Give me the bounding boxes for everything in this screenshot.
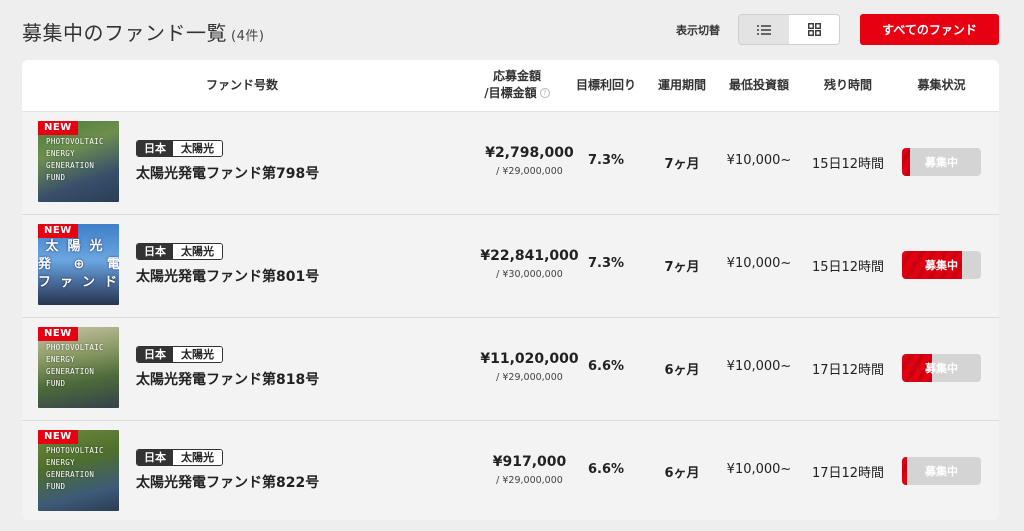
remaining-time: 15日12時間 xyxy=(811,157,885,172)
col-status: 募集状況 xyxy=(917,78,966,92)
status-label: 募集中 xyxy=(925,259,958,272)
fund-count: (4件) xyxy=(231,29,265,44)
min-investment: ¥10,000~ xyxy=(726,153,792,168)
remaining-time: 17日12時間 xyxy=(811,363,885,378)
fund-tags: 日本 太陽光 xyxy=(136,243,223,260)
fund-name[interactable]: 太陽光発電ファンド第798号 xyxy=(136,163,319,183)
type-tag: 太陽光 xyxy=(173,347,222,362)
col-amount-line2: /目標金額 xyxy=(484,86,537,100)
col-fund-name: ファンド号数 xyxy=(205,78,278,92)
col-amount-line1: 応募金額 xyxy=(492,69,541,83)
target-yield: 6.6% xyxy=(587,359,625,374)
new-badge: NEW xyxy=(38,224,78,238)
country-tag: 日本 xyxy=(137,450,173,465)
type-tag: 太陽光 xyxy=(173,450,222,465)
list-view-icon xyxy=(757,24,771,35)
remaining-time: 17日12時間 xyxy=(811,466,885,481)
page-title-text: 募集中のファンド一覧 xyxy=(22,21,227,45)
status-badge: 募集中 xyxy=(902,251,981,279)
fund-row[interactable]: PHOTOVOLTAIC ENERGY GENERATION FUND NEW … xyxy=(22,421,999,520)
fund-row[interactable]: 太陽光 発 ⊕ 電 ファンド NEW 日本 太陽光 太陽光発電ファンド第801号… xyxy=(22,215,999,318)
country-tag: 日本 xyxy=(137,141,173,156)
new-badge: NEW xyxy=(38,327,78,341)
all-funds-button[interactable]: すべてのファンド xyxy=(860,14,999,45)
operation-period: 7ヶ月 xyxy=(664,260,700,275)
col-yield: 目標利回り xyxy=(575,78,636,92)
page-header: 募集中のファンド一覧 (4件) 表示切替 すべてのファンド xyxy=(0,0,1024,60)
status-label: 募集中 xyxy=(925,465,958,478)
status-badge: 募集中 xyxy=(902,457,981,485)
status-label: 募集中 xyxy=(925,362,958,375)
help-icon[interactable]: ? xyxy=(539,88,550,98)
fund-thumbnail: 太陽光 発 ⊕ 電 ファンド NEW xyxy=(38,224,119,305)
fund-thumbnail: PHOTOVOLTAIC ENERGY GENERATION FUND NEW xyxy=(38,121,119,202)
operation-period: 6ヶ月 xyxy=(664,466,700,481)
fund-tags: 日本 太陽光 xyxy=(136,449,223,466)
col-min-invest: 最低投資額 xyxy=(728,78,789,92)
fund-name[interactable]: 太陽光発電ファンド第801号 xyxy=(136,266,319,286)
status-label: 募集中 xyxy=(925,156,958,169)
view-toggle xyxy=(738,14,840,45)
new-badge: NEW xyxy=(38,430,78,444)
thumbnail-caption: PHOTOVOLTAIC ENERGY GENERATION FUND xyxy=(46,137,104,182)
fund-tags: 日本 太陽光 xyxy=(136,346,223,363)
thumbnail-caption: PHOTOVOLTAIC ENERGY GENERATION FUND xyxy=(46,343,104,388)
grid-view-button[interactable] xyxy=(789,15,839,44)
fund-name[interactable]: 太陽光発電ファンド第822号 xyxy=(136,472,319,492)
fund-tags: 日本 太陽光 xyxy=(136,140,223,157)
fund-table: ファンド号数 応募金額 /目標金額? 目標利回り 運用期間 最低投資額 残り時間… xyxy=(22,60,999,520)
col-remaining: 残り時間 xyxy=(823,78,872,92)
target-yield: 7.3% xyxy=(587,256,625,271)
min-investment: ¥10,000~ xyxy=(726,462,792,477)
country-tag: 日本 xyxy=(137,347,173,362)
operation-period: 7ヶ月 xyxy=(664,157,700,172)
list-view-button[interactable] xyxy=(739,15,789,44)
target-yield: 7.3% xyxy=(587,153,625,168)
target-yield: 6.6% xyxy=(587,462,625,477)
view-toggle-label: 表示切替 xyxy=(676,24,720,37)
fund-row[interactable]: PHOTOVOLTAIC ENERGY GENERATION FUND NEW … xyxy=(22,112,999,215)
thumbnail-caption: PHOTOVOLTAIC ENERGY GENERATION FUND xyxy=(46,446,104,491)
page-title: 募集中のファンド一覧 (4件) xyxy=(22,17,264,46)
fund-name[interactable]: 太陽光発電ファンド第818号 xyxy=(136,369,319,389)
new-badge: NEW xyxy=(38,121,78,135)
thumbnail-caption: 太陽光 発 ⊕ 電 ファンド xyxy=(38,239,119,290)
min-investment: ¥10,000~ xyxy=(726,256,792,271)
status-badge: 募集中 xyxy=(902,354,981,382)
operation-period: 6ヶ月 xyxy=(664,363,700,378)
min-investment: ¥10,000~ xyxy=(726,359,792,374)
remaining-time: 15日12時間 xyxy=(811,260,885,275)
country-tag: 日本 xyxy=(137,244,173,259)
type-tag: 太陽光 xyxy=(173,141,222,156)
col-period: 運用期間 xyxy=(657,78,706,92)
grid-view-icon xyxy=(807,23,821,36)
fund-thumbnail: PHOTOVOLTAIC ENERGY GENERATION FUND NEW xyxy=(38,430,119,511)
table-header: ファンド号数 応募金額 /目標金額? 目標利回り 運用期間 最低投資額 残り時間… xyxy=(22,60,999,112)
type-tag: 太陽光 xyxy=(173,244,222,259)
fund-row[interactable]: PHOTOVOLTAIC ENERGY GENERATION FUND NEW … xyxy=(22,318,999,421)
col-amount: 応募金額 /目標金額? xyxy=(467,68,567,102)
status-badge: 募集中 xyxy=(902,148,981,176)
fund-thumbnail: PHOTOVOLTAIC ENERGY GENERATION FUND NEW xyxy=(38,327,119,408)
